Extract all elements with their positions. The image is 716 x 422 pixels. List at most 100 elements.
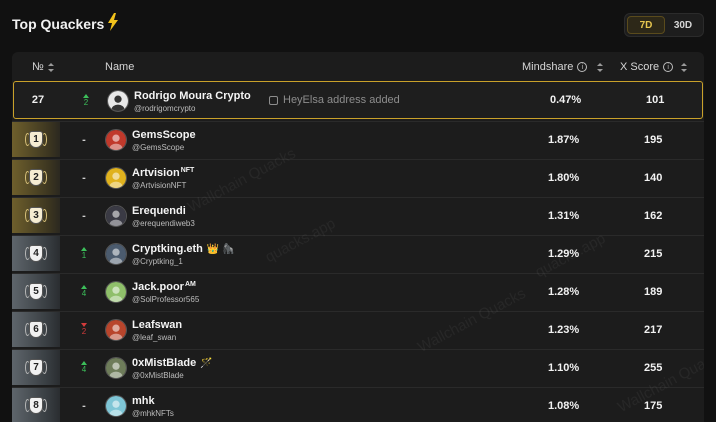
xscore-value: 195 [644,133,663,146]
user-name[interactable]: mhk [132,395,155,407]
period-toggle: 7D 30D [624,13,704,37]
table-row[interactable]: 6 2 Leafswan @leaf_swan 1.23% 217 [12,311,704,347]
rank-change: - [78,198,90,233]
rank-badge-icon: 8 [25,395,47,417]
mindshare-column-label: Mindshare [522,61,574,73]
rank-number: 6 [29,320,43,338]
avatar[interactable] [105,243,127,265]
avatar[interactable] [105,395,127,417]
rank-cell: 3 [12,198,60,233]
xscore-value: 175 [644,399,663,412]
xscore-value: 140 [644,171,663,184]
rank-cell: 8 [12,388,60,422]
rank-number: 1 [29,130,43,148]
table-header: № Name Mindshare i X Score i [12,52,704,80]
user-handle: @rodrigomcrypto [134,104,196,113]
rank-cell: 4 [12,236,60,271]
rank-badge-icon: 5 [25,281,47,303]
rank-cell: 5 [12,274,60,309]
document-icon [269,95,278,105]
user-handle: @GemsScope [132,143,185,152]
user-name[interactable]: ArtvisionNFT [132,167,194,179]
rank-badge-icon: 3 [25,205,47,227]
rank-change-value: 4 [81,289,87,298]
current-user-row[interactable]: 27 2 Rodrigo Moura Crypto @rodrigomcrypt… [13,81,703,119]
rank-cell: 27 [14,82,62,118]
rank-column-label: № [32,61,44,73]
avatar[interactable] [105,319,127,341]
rank-number: 3 [29,206,43,224]
info-icon[interactable]: i [577,62,588,72]
rank-column-header[interactable]: № [32,61,54,73]
status-note-text: HeyElsa address added [283,94,400,106]
rank-change: - [78,388,90,422]
rank-number: 7 [29,358,43,376]
user-name-text: Leafswan [132,319,183,331]
avatar[interactable] [105,357,127,379]
table-row[interactable]: 4 1 Cryptking.eth 👑 🦍 @Cryptking_1 1.29% 215 [12,235,704,271]
name-tag: NFT [180,167,195,174]
table-row[interactable]: 3 - Erequendi @erequendiweb3 1.31% 162 [12,197,704,233]
user-handle: @SolProfessor565 [132,295,200,304]
mindshare-value: 1.23% [548,323,580,336]
mindshare-column-header[interactable]: Mindshare i [522,61,604,73]
rank-change-value: - [82,133,86,146]
header: Top Quackers 7D 30D [12,10,704,38]
table-row[interactable]: 5 4 Jack.poorAM @SolProfessor565 1.28% 189 [12,273,704,309]
rank-change: 4 [78,350,90,385]
rank-cell: 1 [12,122,60,157]
rank-change-value: 2 [83,97,89,107]
rank-change: 4 [78,274,90,309]
mindshare-value: 1.80% [548,171,580,184]
page-title: Top Quackers [12,16,105,32]
rank-badge-icon: 6 [25,319,47,341]
rank-number: 27 [31,94,45,106]
mindshare-value: 1.08% [548,399,580,412]
info-icon[interactable]: i [663,62,674,72]
leaderboard-table: № Name Mindshare i X Score i 27 2 Rodrig… [12,52,704,422]
user-name[interactable]: Cryptking.eth 👑 🦍 [132,243,235,255]
user-name-text: Erequendi [132,205,186,217]
table-row[interactable]: 8 - mhk @mhkNFTs 1.08% 175 [12,387,704,422]
user-name-text: Jack.poor [132,281,184,293]
name-column-header: Name [105,61,134,73]
user-name[interactable]: 0xMistBlade 🪄 [132,357,213,369]
xscore-column-label: X Score [620,61,660,73]
xscore-value: 217 [644,323,663,336]
avatar[interactable] [105,281,127,303]
user-name-text: Artvision [132,167,180,179]
table-row[interactable]: 7 4 0xMistBlade 🪄 @0xMistBlade 1.10% 255 [12,349,704,385]
period-7d-button[interactable]: 7D [627,16,665,34]
user-name[interactable]: Leafswan [132,319,182,331]
name-emoji: 👑 🦍 [206,244,235,255]
user-name[interactable]: Erequendi [132,205,186,217]
sort-icon [597,62,604,72]
lightning-icon [108,13,118,31]
avatar[interactable] [105,129,127,151]
rank-change: 2 [80,82,92,118]
rank-badge-icon: 2 [25,167,47,189]
table-row[interactable]: 2 - ArtvisionNFT @ArtvisionNFT 1.80% 140 [12,159,704,195]
user-handle: @leaf_swan [132,333,177,342]
rank-change: 2 [78,312,90,347]
rank-number: 8 [29,396,43,414]
rank-number: 2 [29,168,43,186]
xscore-value: 101 [646,94,665,106]
mindshare-value: 0.47% [550,94,582,106]
name-emoji: 🪄 [200,358,213,369]
rank-change: - [78,160,90,195]
period-30d-button[interactable]: 30D [665,16,701,34]
avatar[interactable] [105,205,127,227]
avatar[interactable] [107,90,129,112]
xscore-column-header[interactable]: X Score i [620,61,688,73]
table-row[interactable]: 1 - GemsScope @GemsScope 1.87% 195 [12,121,704,157]
mindshare-value: 1.10% [548,361,580,374]
user-name[interactable]: GemsScope [132,129,196,141]
user-name[interactable]: Rodrigo Moura Crypto [134,90,251,102]
user-name[interactable]: Jack.poorAM [132,281,196,293]
user-name-text: mhk [132,395,155,407]
user-name-text: GemsScope [132,129,196,141]
rank-change-value: 1 [81,251,87,260]
xscore-value: 255 [644,361,663,374]
avatar[interactable] [105,167,127,189]
